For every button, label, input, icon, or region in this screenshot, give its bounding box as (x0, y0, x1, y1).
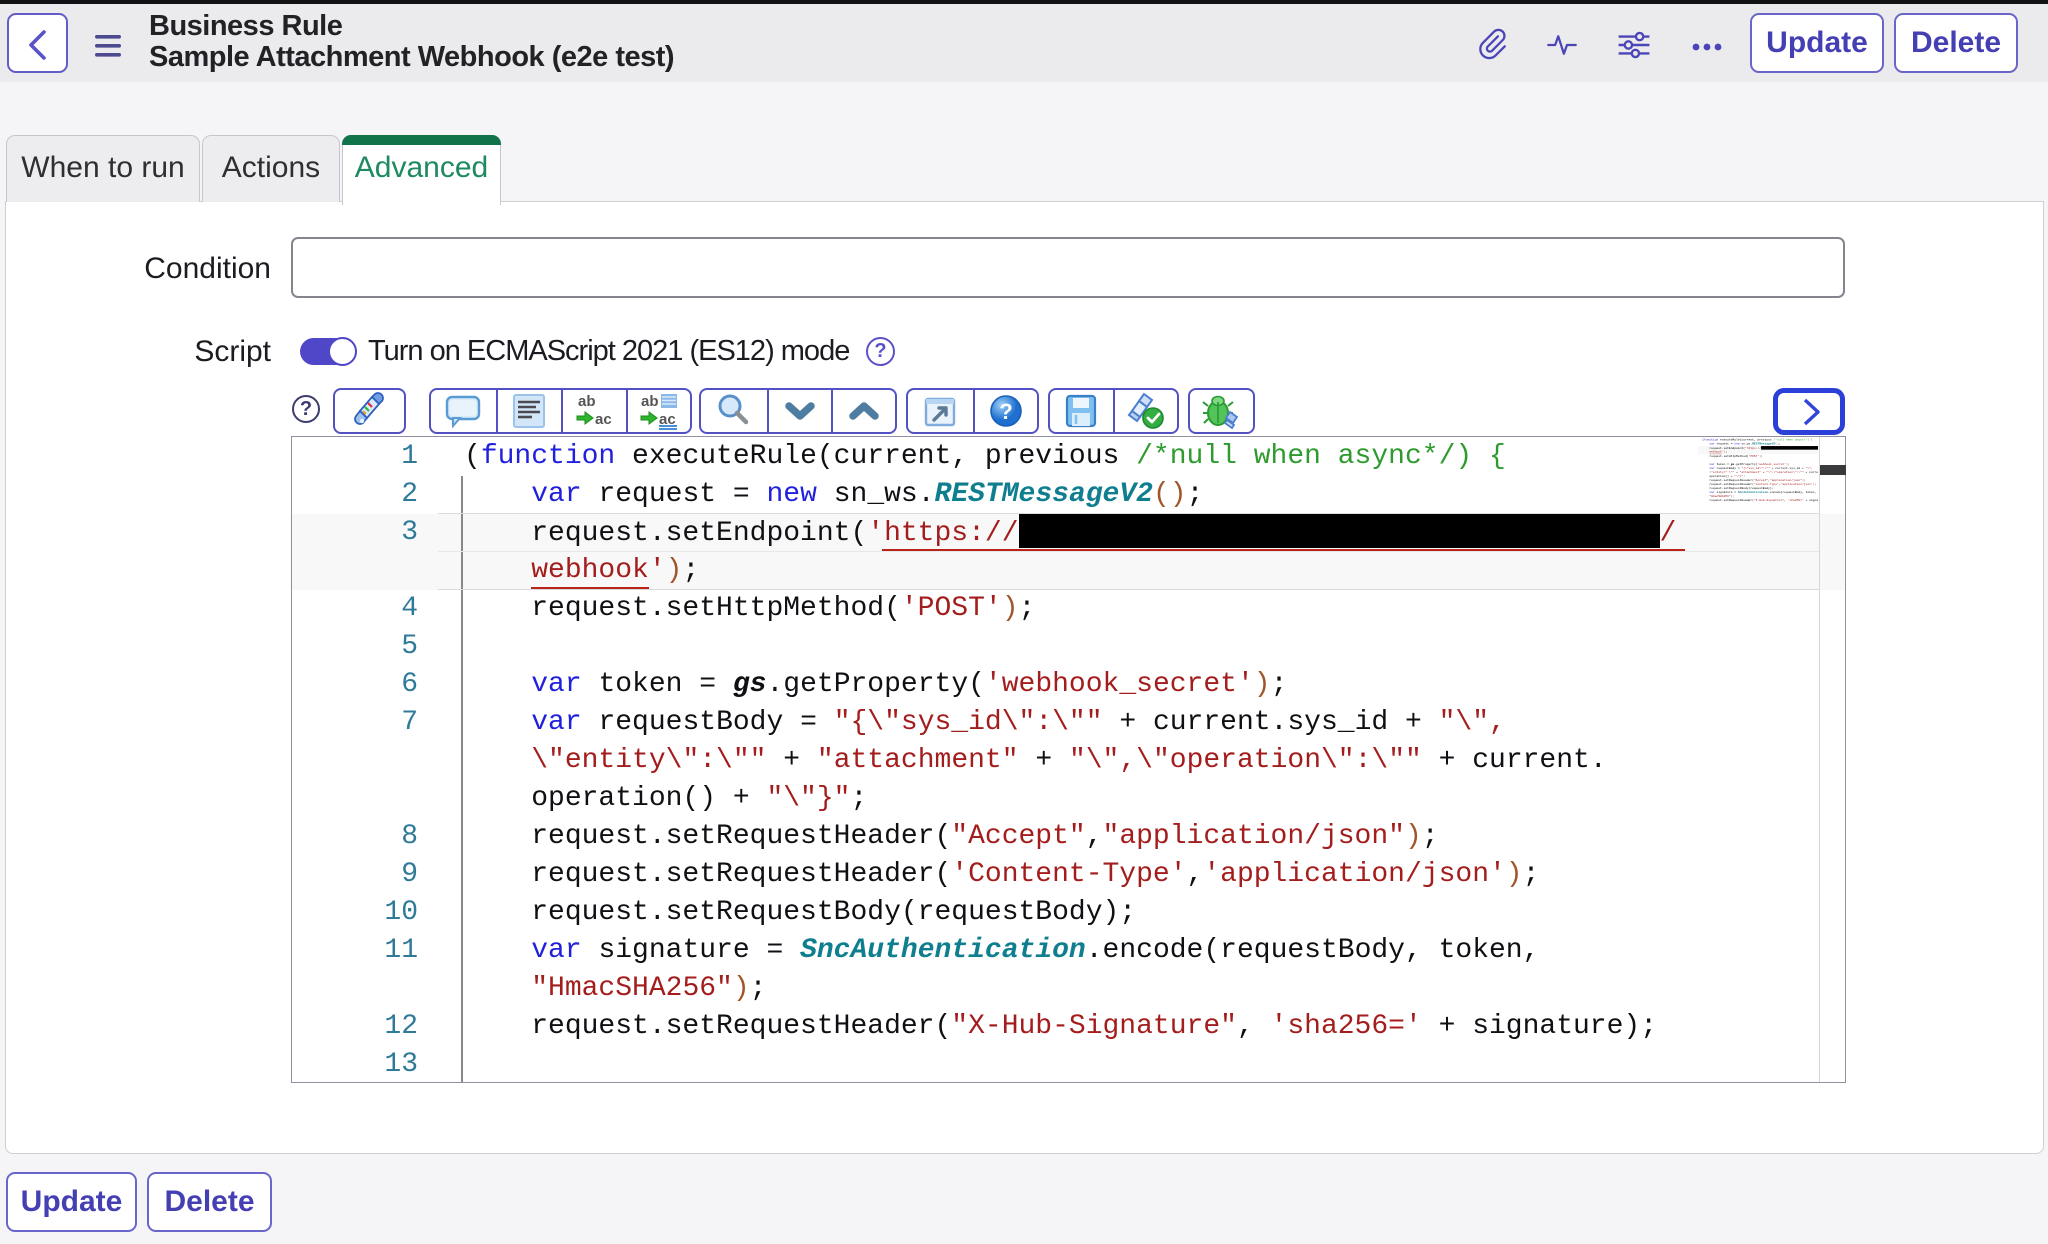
svg-text:ab: ab (578, 393, 596, 410)
svg-text:ac: ac (595, 411, 612, 428)
svg-text:?: ? (999, 399, 1012, 424)
svg-text:ab: ab (641, 393, 659, 410)
